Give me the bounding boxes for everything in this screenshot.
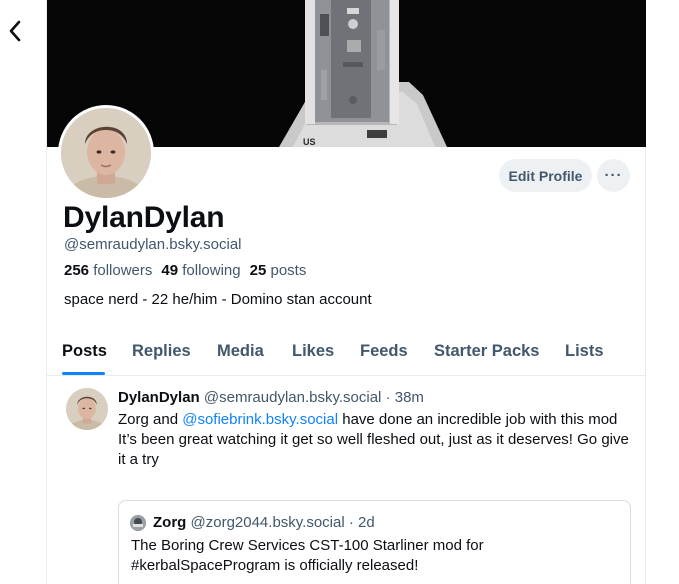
posts-label: posts (270, 262, 307, 279)
post-header: DylanDylan @semraudylan.bsky.social · 38… (118, 389, 424, 406)
post-text-start: Zorg and (118, 411, 183, 428)
tab-starter-packs[interactable]: Starter Packs (434, 342, 540, 361)
profile-handle: @semraudylan.bsky.social (64, 236, 242, 253)
tab-replies[interactable]: Replies (132, 342, 191, 361)
avatar-photo (130, 515, 146, 531)
post-handle[interactable]: @semraudylan.bsky.social (204, 389, 382, 406)
tab-likes[interactable]: Likes (292, 342, 334, 361)
tab-media[interactable]: Media (217, 342, 264, 361)
following-label: following (182, 262, 241, 279)
chevron-left-icon (9, 20, 21, 42)
profile-bio: space nerd - 22 he/him - Domino stan acc… (64, 291, 372, 308)
post-time[interactable]: · 38m (386, 389, 424, 406)
following-count: 49 (161, 262, 179, 279)
quote-author: Zorg (153, 514, 187, 531)
post-avatar[interactable] (66, 388, 108, 430)
quote-handle: @zorg2044.bsky.social (190, 514, 345, 531)
tab-feeds[interactable]: Feeds (360, 342, 408, 361)
svg-text:US: US (303, 137, 316, 147)
quote-time: · 2d (348, 514, 375, 531)
quoted-post[interactable]: Zorg @zorg2044.bsky.social · 2d The Bori… (118, 500, 631, 584)
profile-stats: 256 followers 49 following 25 posts (64, 262, 306, 279)
edit-profile-button[interactable]: Edit Profile (499, 159, 592, 192)
followers-stat[interactable]: 256 followers (64, 262, 152, 279)
followers-count: 256 (64, 262, 90, 279)
posts-stat: 25 posts (250, 262, 307, 279)
following-stat[interactable]: 49 following (161, 262, 240, 279)
more-options-button[interactable]: ··· (597, 159, 630, 192)
back-button[interactable] (4, 18, 26, 44)
post-text: Zorg and @sofiebrink.bsky.social have do… (118, 410, 638, 470)
tab-lists[interactable]: Lists (565, 342, 604, 361)
active-tab-indicator (62, 372, 105, 375)
posts-count: 25 (249, 262, 267, 279)
followers-label: followers (93, 262, 153, 279)
profile-avatar[interactable] (58, 105, 154, 201)
profile-tabs: Posts Replies Media Likes Feeds Starter … (47, 328, 646, 376)
quote-header: Zorg @zorg2044.bsky.social · 2d (153, 514, 375, 531)
tab-posts[interactable]: Posts (62, 342, 107, 361)
ellipsis-icon: ··· (604, 167, 623, 184)
post-text-end: have done an incredible job with this mo… (338, 411, 618, 428)
post-author[interactable]: DylanDylan (118, 389, 200, 406)
profile-display-name: DylanDylan (63, 201, 225, 234)
profile-column: US Edit Profile ··· DylanDylan @semraudy… (46, 0, 646, 584)
post-mention-link[interactable]: @sofiebrink.bsky.social (182, 411, 338, 428)
avatar-photo (61, 108, 151, 198)
quote-text: The Boring Crew Services CST-100 Starlin… (131, 537, 484, 574)
post-item[interactable]: DylanDylan @semraudylan.bsky.social · 38… (47, 377, 646, 584)
post-text-line2: It’s been great watching it get so well … (118, 431, 629, 468)
quote-avatar (130, 515, 146, 531)
avatar-photo (66, 388, 108, 430)
